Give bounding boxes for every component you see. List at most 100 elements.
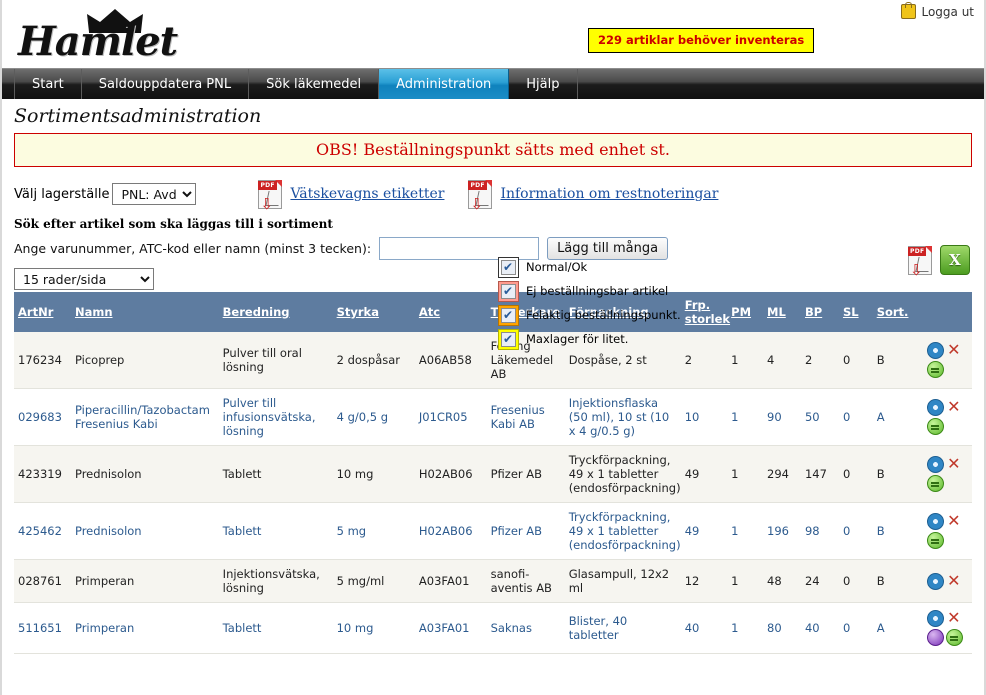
- legend-item-not-orderable[interactable]: Ej beställningsbar artikel: [498, 279, 681, 303]
- legend-label: Felaktig beställningspunkt.: [526, 308, 681, 322]
- green-status-icon[interactable]: [927, 361, 945, 378]
- cell-beredning: Tablett: [218, 445, 333, 503]
- cell-forpackning: Injektionsflaska (50 ml), 10 st (10 x 4 …: [564, 388, 681, 446]
- gear-icon[interactable]: [927, 399, 945, 416]
- cell-bp: 2: [800, 332, 839, 389]
- delete-icon[interactable]: ✕: [946, 572, 961, 589]
- green-status-icon[interactable]: [927, 475, 945, 492]
- legend-checkbox[interactable]: [501, 283, 516, 299]
- delete-icon[interactable]: ✕: [946, 610, 961, 626]
- cell-styrka: 10 mg: [332, 602, 415, 654]
- col-atc[interactable]: Atc: [414, 292, 487, 332]
- col-actions: [923, 292, 972, 332]
- table-row[interactable]: 423319 Prednisolon Tablett 10 mg H02AB06 Pfiz…: [14, 445, 972, 503]
- legend-swatch: [498, 256, 519, 278]
- cell-pm: 1: [727, 445, 764, 503]
- legend-item-wrong-orderpoint[interactable]: Felaktig beställningspunkt.: [498, 303, 681, 327]
- cell-atc: A03FA01: [414, 602, 487, 654]
- delete-icon[interactable]: ✕: [946, 399, 961, 415]
- status-legend: Normal/Ok Ej beställningsbar artikel Fel…: [498, 255, 681, 351]
- col-namn[interactable]: Namn: [70, 292, 219, 332]
- table-row[interactable]: 511651 Primperan Tablett 10 mg A03FA01 Saknas…: [14, 602, 972, 654]
- legend-item-normal[interactable]: Normal/Ok: [498, 255, 681, 279]
- col-sl[interactable]: SL: [838, 292, 873, 332]
- per-page-row: 15 rader/sida: [14, 268, 972, 290]
- app-page: Hamlet 229 artiklar behöver inventeras L…: [0, 0, 986, 695]
- delete-icon[interactable]: ✕: [946, 513, 961, 529]
- col-pm[interactable]: PM: [727, 292, 764, 332]
- cell-namn: Primperan: [70, 602, 219, 654]
- col-sort[interactable]: Sort.: [872, 292, 924, 332]
- brand-logo[interactable]: Hamlet: [14, 4, 204, 66]
- inventory-alert-banner[interactable]: 229 artiklar behöver inventeras: [588, 28, 815, 53]
- pdf-icon: PDF ⇩: [466, 179, 494, 212]
- nav-item-saldouppdatera-pnl[interactable]: Saldouppdatera PNL: [82, 69, 250, 99]
- delete-icon[interactable]: ✕: [946, 456, 961, 472]
- cell-namn: Prednisolon: [70, 502, 219, 560]
- pdf-link-label[interactable]: Information om restnoteringar: [500, 186, 718, 202]
- col-artnr[interactable]: ArtNr: [14, 292, 71, 332]
- lagerstalle-select[interactable]: PNL: Avd: [112, 183, 197, 205]
- cell-bp: 147: [800, 445, 839, 503]
- logout-link[interactable]: Logga ut: [921, 5, 974, 19]
- nav-item-administration[interactable]: Administration: [379, 69, 510, 99]
- cell-namn: Picoprep: [70, 332, 219, 389]
- legend-swatch: [498, 304, 519, 326]
- cell-bp: 40: [800, 602, 839, 654]
- green-status-icon[interactable]: [927, 418, 945, 435]
- col-frp-storlek[interactable]: Frp. storlek: [680, 292, 730, 332]
- legend-checkbox[interactable]: [501, 259, 516, 275]
- cell-tillverkare: Fresenius Kabi AB: [486, 388, 565, 446]
- gear-icon[interactable]: [927, 610, 945, 627]
- cell-frp: 10: [680, 388, 728, 446]
- legend-checkbox[interactable]: [501, 307, 516, 323]
- nav-item-start[interactable]: Start: [14, 69, 82, 99]
- cell-tillverkare: Pfizer AB: [486, 502, 565, 560]
- table-row[interactable]: 029683 Piperacillin/Tazobactam Fresenius …: [14, 388, 972, 446]
- pdf-link-restnoteringar[interactable]: PDF ⇩ Information om restnoteringar: [466, 179, 718, 212]
- green-status-icon[interactable]: [946, 629, 964, 646]
- col-styrka[interactable]: Styrka: [332, 292, 415, 332]
- page-title: Sortimentsadministration: [14, 105, 262, 127]
- col-beredning[interactable]: Beredning: [218, 292, 333, 332]
- legend-item-maxstock-low[interactable]: Maxlager för litet.: [498, 327, 681, 351]
- cell-forpackning: Tryckförpackning, 49 x 1 tabletter (endo…: [564, 445, 681, 503]
- logout-area[interactable]: Logga ut: [901, 2, 974, 19]
- per-page-select[interactable]: 15 rader/sida: [14, 268, 154, 290]
- table-row[interactable]: 425462 Prednisolon Tablett 5 mg H02AB06 Pfize…: [14, 502, 972, 560]
- cell-tillverkare: Saknas: [486, 602, 565, 654]
- legend-label: Normal/Ok: [526, 260, 588, 274]
- cell-beredning: Injektionsvätska, lösning: [218, 559, 333, 603]
- cell-namn: Piperacillin/Tazobactam Fresenius Kabi: [70, 388, 219, 446]
- gear-icon[interactable]: [927, 456, 945, 473]
- cell-sl: 0: [838, 502, 873, 560]
- table-row[interactable]: 028761 Primperan Injektionsvätska, lösning…: [14, 559, 972, 603]
- legend-checkbox[interactable]: [501, 331, 516, 347]
- cell-pm: 1: [727, 388, 764, 446]
- nav-item-hjalp[interactable]: Hjälp: [509, 69, 578, 99]
- gear-icon[interactable]: [927, 572, 945, 590]
- cell-ml: 80: [763, 602, 801, 654]
- excel-export-icon[interactable]: X: [940, 245, 970, 275]
- pdf-link-label[interactable]: Vätskevagns etiketter: [290, 186, 444, 202]
- cell-sl: 0: [838, 332, 873, 389]
- nav-item-sok-lakemedel[interactable]: Sök läkemedel: [249, 69, 380, 99]
- pdf-export-icon[interactable]: PDF ⇩: [906, 245, 934, 278]
- pdf-link-vatskevagns[interactable]: PDF ⇩ Vätskevagns etiketter: [256, 179, 444, 212]
- green-status-icon[interactable]: [927, 532, 945, 549]
- cell-beredning: Pulver till infusionsvätska, lösning: [218, 388, 333, 446]
- table-header-row: ArtNr Namn Beredning Styrka Atc Tillverk…: [14, 292, 972, 332]
- gear-icon[interactable]: [927, 513, 945, 530]
- cell-beredning: Pulver till oral lösning: [218, 332, 333, 389]
- table-row[interactable]: 176234 Picoprep Pulver till oral lösning 2 …: [14, 332, 972, 389]
- cell-sort: B: [872, 445, 924, 503]
- col-ml[interactable]: ML: [763, 292, 801, 332]
- legend-swatch: [498, 280, 519, 302]
- col-bp[interactable]: BP: [800, 292, 839, 332]
- cell-bp: 50: [800, 388, 839, 446]
- delete-icon[interactable]: ✕: [946, 342, 961, 358]
- excel-export-label: X: [949, 251, 961, 269]
- obs-notice: OBS! Beställningspunkt sätts med enhet s…: [14, 133, 972, 167]
- purple-status-icon[interactable]: [927, 629, 945, 646]
- gear-icon[interactable]: [927, 342, 945, 359]
